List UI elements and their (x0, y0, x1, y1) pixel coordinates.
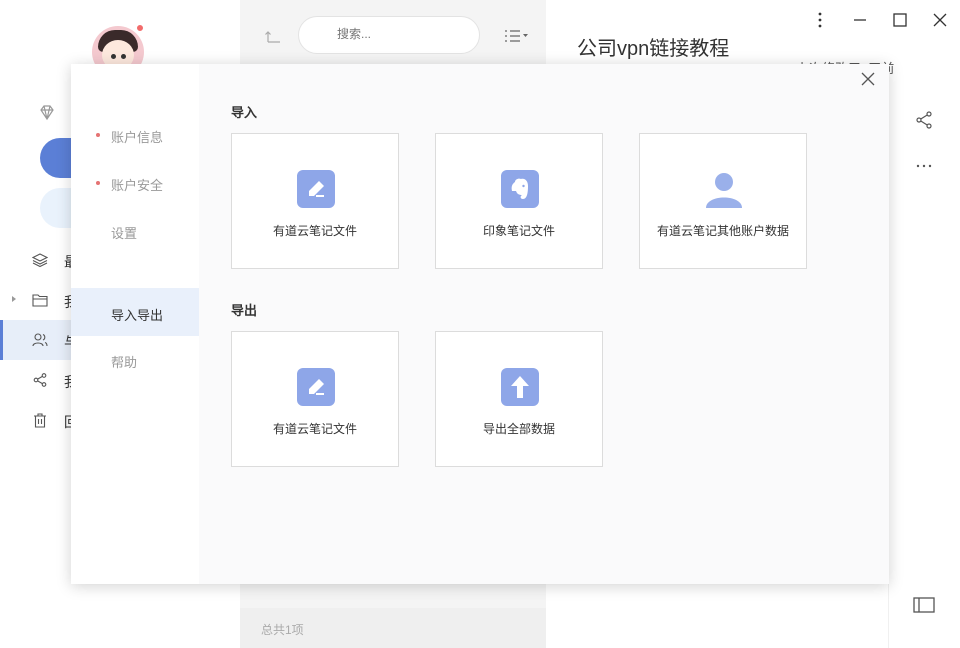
users-icon (32, 333, 48, 347)
user-icon (705, 170, 743, 208)
dialog-nav-account-info[interactable]: 账户信息 (71, 112, 199, 158)
export-youdao-file-card[interactable]: 有道云笔记文件 (231, 331, 399, 467)
dialog-nav-label: 导入导出 (111, 308, 164, 323)
import-evernote-card[interactable]: 印象笔记文件 (435, 133, 603, 269)
import-section-title: 导入 (231, 105, 258, 120)
diamond-icon[interactable] (38, 104, 56, 122)
dialog-nav-account-security[interactable]: 账户安全 (71, 160, 199, 206)
card-label: 印象笔记文件 (482, 224, 555, 238)
close-icon[interactable] (859, 70, 877, 88)
minimize-icon[interactable] (850, 10, 870, 30)
dialog-nav-label: 设置 (111, 226, 138, 241)
dialog-nav-settings[interactable]: 设置 (71, 208, 199, 254)
menu-kebab-icon[interactable] (810, 10, 830, 30)
dialog-nav-label: 账户信息 (111, 130, 164, 145)
card-label: 导出全部数据 (482, 422, 555, 436)
dialog-nav-label: 帮助 (111, 355, 138, 370)
note-list-footer: 总共1项 (240, 608, 546, 648)
share-icon[interactable] (914, 110, 934, 130)
dialog-nav-label: 账户安全 (111, 178, 164, 193)
search-input[interactable] (337, 27, 467, 41)
dialog-nav: 账户信息 账户安全 设置 导入导出 帮助 (71, 64, 199, 584)
settings-dialog: 账户信息 账户安全 设置 导入导出 帮助 导入 有道云笔记文件 印象笔记文件 有… (71, 64, 889, 584)
dialog-nav-help[interactable]: 帮助 (71, 337, 199, 383)
upload-arrow-icon (501, 368, 539, 406)
import-other-account-card[interactable]: 有道云笔记其他账户数据 (639, 133, 807, 269)
evernote-icon (501, 170, 539, 208)
card-label: 有道云笔记文件 (272, 422, 357, 436)
card-label: 有道云笔记其他账户数据 (656, 224, 789, 238)
back-up-icon[interactable] (264, 28, 282, 46)
bullet-dot (96, 133, 100, 137)
folder-icon (32, 294, 48, 307)
export-section-title: 导出 (231, 303, 258, 318)
pencil-icon (297, 368, 335, 406)
close-window-icon[interactable] (930, 10, 950, 30)
pencil-icon (297, 170, 335, 208)
list-view-icon[interactable] (504, 28, 530, 44)
share-icon (33, 373, 47, 387)
bullet-dot (96, 181, 100, 185)
more-options-icon[interactable] (914, 158, 934, 174)
panel-toggle-icon[interactable] (912, 596, 936, 614)
search-box[interactable] (298, 16, 480, 54)
note-count: 总共1项 (261, 623, 304, 637)
notification-dot (136, 24, 144, 32)
layers-icon (32, 253, 48, 268)
maximize-icon[interactable] (890, 10, 910, 30)
card-label: 有道云笔记文件 (272, 224, 357, 238)
trash-icon (34, 413, 46, 428)
export-all-data-card[interactable]: 导出全部数据 (435, 331, 603, 467)
document-title[interactable]: 公司vpn链接教程 (577, 32, 729, 61)
dialog-nav-import-export[interactable]: 导入导出 (71, 288, 199, 336)
import-youdao-file-card[interactable]: 有道云笔记文件 (231, 133, 399, 269)
expand-caret-icon[interactable] (12, 296, 16, 302)
